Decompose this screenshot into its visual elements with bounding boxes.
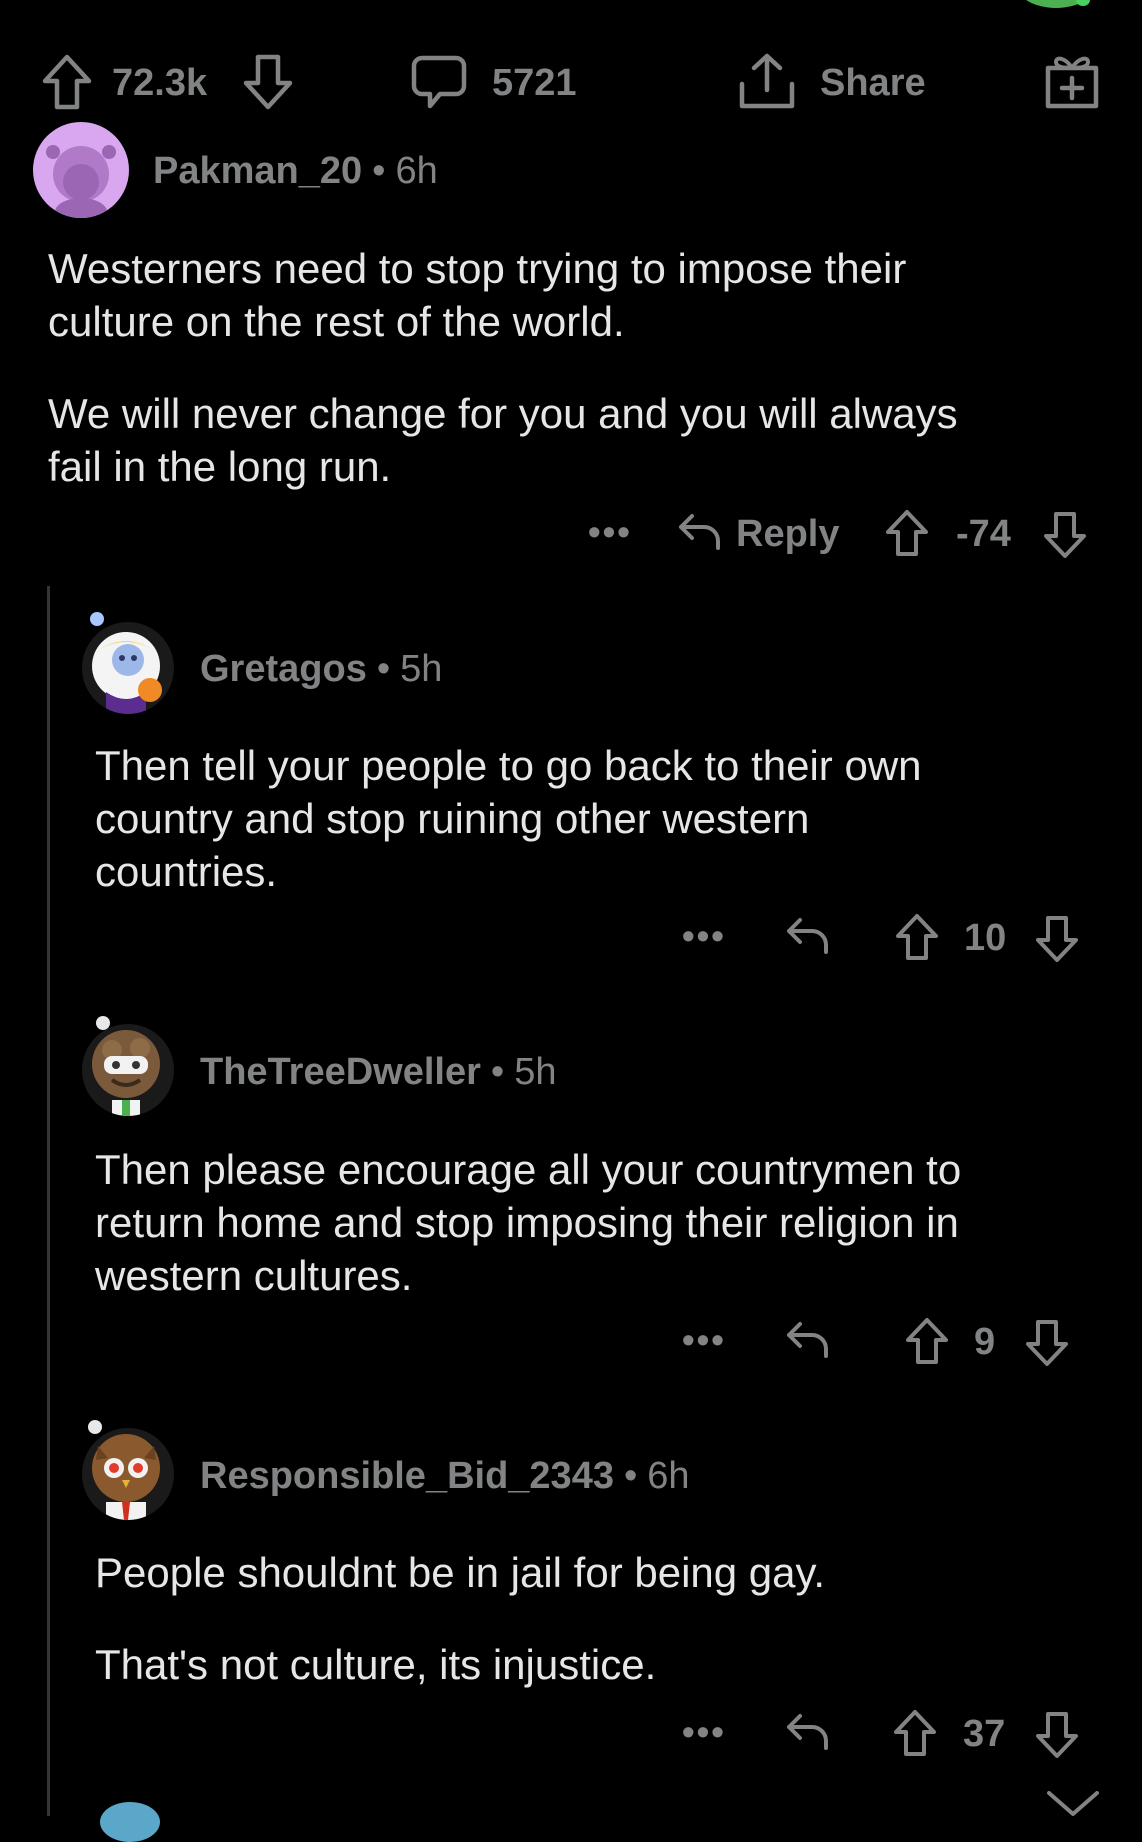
downvote-icon[interactable] (243, 54, 293, 110)
upvote-icon[interactable] (896, 914, 938, 960)
reply-icon[interactable] (786, 1320, 830, 1360)
username[interactable]: Pakman_20 (153, 150, 362, 192)
upvote-icon[interactable] (906, 1318, 948, 1364)
meta-separator: • (372, 150, 386, 192)
avatar[interactable] (82, 1428, 174, 1520)
comment-age: 5h (400, 648, 443, 690)
comment-paragraph: Then please encourage all your countryme… (95, 1146, 962, 1299)
award-icon[interactable] (1044, 50, 1100, 110)
meta-separator: • (376, 648, 391, 690)
downvote-icon[interactable] (1036, 1712, 1078, 1758)
downvote-icon[interactable] (1036, 916, 1078, 962)
upvote-icon[interactable] (894, 1710, 936, 1756)
username[interactable]: Gretagos (200, 648, 367, 690)
upvote-icon[interactable] (42, 54, 92, 110)
meta-separator: • (623, 1455, 638, 1497)
comment-actions: ••• Reply -74 (580, 508, 1100, 560)
comment-meta: Responsible_Bid_2343 • 6h (200, 1457, 690, 1495)
comment-score: 10 (964, 917, 1007, 959)
downvote-icon[interactable] (1026, 1320, 1068, 1366)
upvote-count: 72.3k (112, 62, 208, 104)
comment-age: 6h (395, 150, 438, 192)
downvote-icon[interactable] (1044, 512, 1086, 558)
post-action-bar: 72.3k 5721 Share (0, 40, 1142, 130)
avatar[interactable] (33, 122, 129, 218)
comment-score: -74 (956, 513, 1011, 555)
share-icon[interactable] (738, 52, 796, 110)
more-options-icon[interactable]: ••• (588, 514, 632, 550)
avatar[interactable] (82, 1024, 174, 1116)
comment-score: 37 (963, 1713, 1006, 1755)
comment-age: 6h (647, 1455, 690, 1497)
comment-paragraph: Then tell your people to go back to thei… (95, 742, 922, 895)
comment-meta: Pakman_20 • 6h (153, 152, 438, 190)
avatar[interactable] (82, 622, 174, 714)
more-options-icon[interactable]: ••• (682, 918, 726, 954)
partial-avatar (100, 1802, 160, 1842)
upvote-icon[interactable] (886, 510, 928, 556)
comment-paragraph: We will never change for you and you wil… (48, 390, 958, 490)
reply-icon[interactable] (678, 512, 722, 552)
comment-score: 9 (974, 1321, 996, 1363)
avatar-online-dot (88, 1420, 102, 1434)
online-indicator (1076, 0, 1090, 6)
share-label[interactable]: Share (820, 64, 926, 102)
username[interactable]: Responsible_Bid_2343 (200, 1455, 614, 1497)
comment-meta: Gretagos • 5h (200, 650, 442, 688)
avatar-online-dot (90, 612, 104, 626)
comment-count[interactable]: 5721 (492, 64, 577, 102)
meta-separator: • (490, 1051, 505, 1093)
more-options-icon[interactable]: ••• (682, 1322, 726, 1358)
reply-icon[interactable] (786, 1712, 830, 1752)
collapse-chevron-icon[interactable] (1046, 1790, 1100, 1816)
comment-actions: ••• 9 (670, 1316, 1090, 1368)
comment-paragraph: That's not culture, its injustice. (95, 1641, 657, 1688)
comment-actions: ••• 37 (670, 1708, 1090, 1760)
comment-icon[interactable] (410, 54, 468, 112)
reply-label[interactable]: Reply (736, 515, 839, 553)
comment-paragraph: Westerners need to stop trying to impose… (48, 245, 907, 345)
comment-actions: ••• 10 (670, 912, 1090, 964)
comment-age: 5h (514, 1051, 557, 1093)
username[interactable]: TheTreeDweller (200, 1051, 481, 1093)
reply-icon[interactable] (786, 916, 830, 956)
more-options-icon[interactable]: ••• (682, 1714, 726, 1750)
thread-line[interactable] (47, 586, 50, 1816)
comment-meta: TheTreeDweller • 5h (200, 1053, 557, 1091)
comment-paragraph: People shouldnt be in jail for being gay… (95, 1549, 826, 1596)
